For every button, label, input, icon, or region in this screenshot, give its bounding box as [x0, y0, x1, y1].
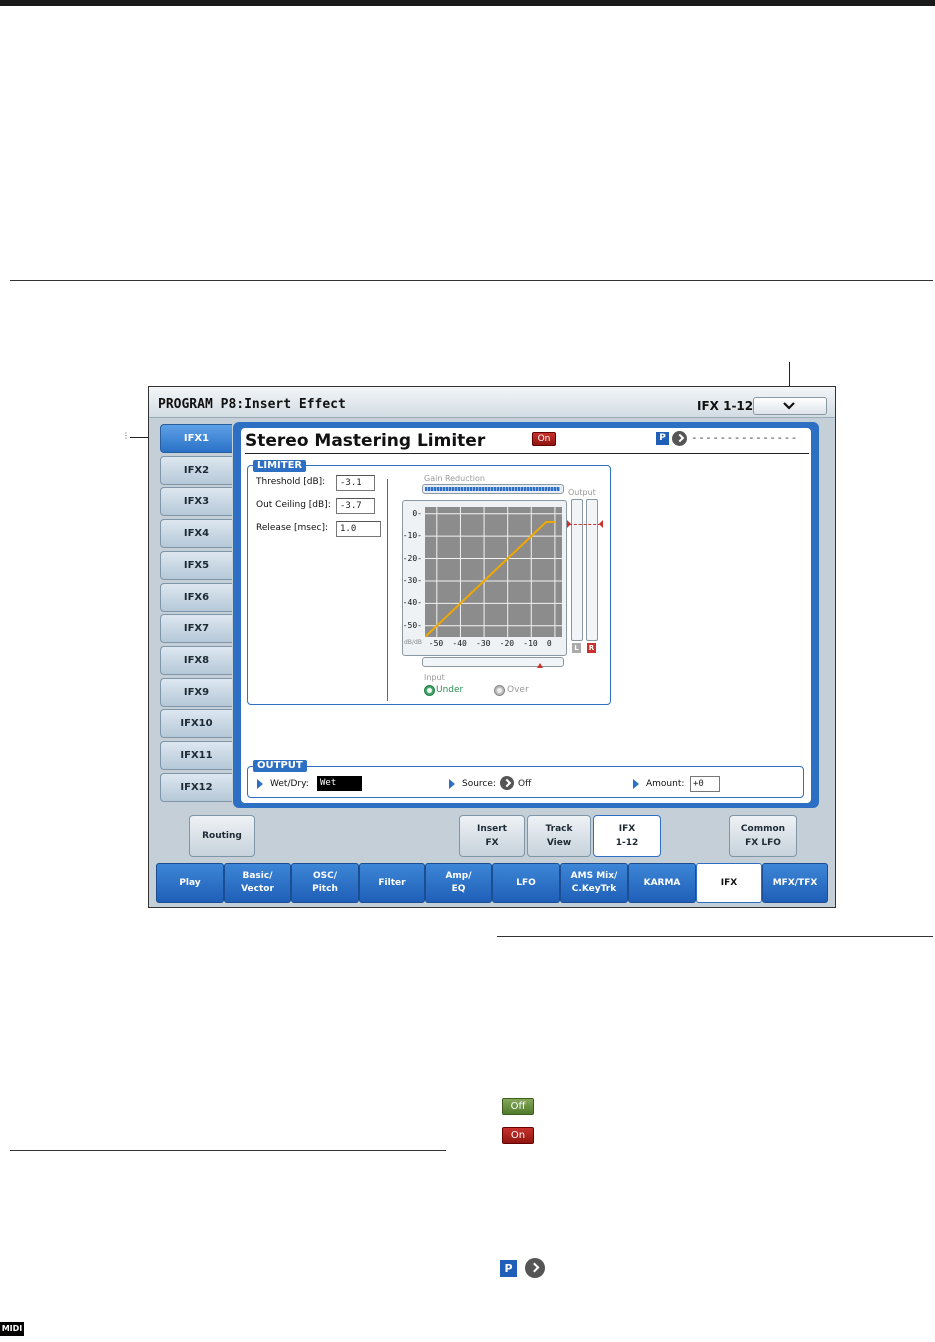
output-meter-l: [571, 499, 583, 641]
tab-amp-eq[interactable]: Amp/ EQ: [425, 863, 492, 903]
graph-x-tick: -10: [523, 639, 538, 648]
tab-insert-fx[interactable]: Insert FX: [459, 815, 525, 857]
param-value-field[interactable]: -3.1: [336, 475, 375, 491]
effect-name[interactable]: Stereo Mastering Limiter: [245, 431, 485, 451]
graph-y-tick: -50-: [402, 620, 422, 630]
title-divider: [245, 453, 809, 454]
param-label: Threshold [dB]:: [256, 477, 326, 487]
tab-mfx-tfx[interactable]: MFX/TFX: [762, 863, 828, 903]
graph-y-tick: -10-: [402, 531, 422, 541]
meter-l-label: L: [572, 643, 581, 653]
tab-play[interactable]: Play: [156, 863, 224, 903]
graph-y-tick: -40-: [402, 598, 422, 608]
page-top-rule: [0, 0, 935, 6]
tab-track-view[interactable]: Track View: [527, 815, 591, 857]
tab-ifx12[interactable]: IFX12: [160, 772, 232, 802]
midi-icon: MIDI: [0, 1322, 24, 1336]
source-select-arrow-icon[interactable]: [500, 776, 514, 790]
tab-lfo[interactable]: LFO: [492, 863, 560, 903]
tab-ifx5[interactable]: IFX5: [160, 550, 232, 580]
p-source[interactable]: ---------------: [691, 431, 798, 444]
tab-ifx[interactable]: IFX: [696, 863, 762, 903]
section-divider-left: [10, 1150, 446, 1151]
amount-value[interactable]: +0: [690, 776, 720, 792]
callout-marker: ⋮: [122, 431, 130, 440]
window-title: PROGRAM P8:Insert Effect: [158, 397, 346, 412]
param-value-field[interactable]: 1.0: [336, 521, 381, 537]
graph-y-tick: 0-: [412, 508, 422, 518]
screen: PROGRAM P8:Insert Effect IFX 1-12 IFX1 IF…: [148, 386, 836, 908]
arrow-button-icon: [525, 1258, 545, 1278]
ceiling-marker: [569, 524, 601, 526]
meter-r-label: R: [587, 643, 596, 653]
tab-basic-vector[interactable]: Basic/ Vector: [224, 863, 291, 903]
p-icon-sample: P: [500, 1260, 517, 1277]
graph-y-tick: -20-: [402, 553, 422, 563]
amount-label: Amount:: [646, 779, 685, 789]
limiter-divider: [387, 479, 388, 701]
tab-routing[interactable]: Routing: [189, 815, 255, 857]
gain-reduction-meter: [422, 484, 564, 494]
amount-arrow-icon: [633, 779, 639, 789]
tab-ifx-1-12[interactable]: IFX 1-12: [593, 815, 661, 857]
source-label: Source:: [462, 779, 496, 789]
limiter-label: LIMITER: [253, 460, 307, 472]
tab-ifx6[interactable]: IFX6: [160, 582, 232, 612]
graph-x-tick: -50: [428, 639, 444, 648]
ceiling-marker-left-icon: [567, 520, 571, 528]
effect-on-button[interactable]: On: [532, 432, 556, 446]
wetdry-arrow-icon: [257, 779, 263, 789]
tab-osc-pitch[interactable]: OSC/ Pitch: [291, 863, 359, 903]
tab-common-fx-lfo[interactable]: Common FX LFO: [729, 815, 797, 857]
radio-over-label[interactable]: Over: [507, 685, 529, 695]
param-label: Release [msec]:: [256, 523, 329, 533]
graph-x-tick: 0: [546, 639, 552, 648]
db-axis-label: dB/dB: [404, 639, 422, 646]
p-icon: P: [656, 432, 669, 445]
param-value-field[interactable]: -3.7: [336, 498, 375, 514]
input-label: Input: [424, 673, 445, 682]
graph-x-tick: -40: [452, 639, 467, 648]
threshold-marker-icon: [537, 663, 543, 668]
tab-ifx3[interactable]: IFX3: [160, 487, 232, 517]
page-menu-button[interactable]: [753, 397, 827, 415]
output-meter-r: [586, 499, 598, 641]
tab-ifx1[interactable]: IFX1: [160, 424, 232, 453]
ceiling-marker-right-icon: [599, 520, 603, 528]
on-button-icon: On: [502, 1127, 534, 1144]
radio-under-label[interactable]: Under: [436, 685, 463, 695]
source-value[interactable]: Off: [518, 779, 531, 789]
tab-ifx8[interactable]: IFX8: [160, 645, 232, 675]
tab-ifx4[interactable]: IFX4: [160, 519, 232, 549]
tab-ams-mix-c-keytrk[interactable]: AMS Mix/ C.KeyTrk: [560, 863, 628, 903]
chevron-down-icon: [783, 402, 795, 410]
wetdry-label: Wet/Dry:: [270, 779, 309, 789]
source-arrow-icon: [449, 779, 455, 789]
tab-ifx9[interactable]: IFX9: [160, 677, 232, 707]
tab-karma[interactable]: KARMA: [628, 863, 696, 903]
p-select-arrow-icon[interactable]: [672, 431, 687, 446]
title-bar: PROGRAM P8:Insert Effect IFX 1-12: [149, 387, 835, 418]
graph-x-tick: -30: [476, 639, 491, 648]
graph-y-tick: -30-: [402, 575, 422, 585]
output-meter-label: Output: [568, 488, 596, 497]
tab-ifx2[interactable]: IFX2: [160, 455, 232, 485]
param-label: Out Ceiling [dB]:: [256, 500, 331, 510]
tab-ifx7[interactable]: IFX7: [160, 614, 232, 644]
section-divider-right: [497, 936, 933, 937]
limiter-curve-graph: [425, 507, 562, 637]
radio-under[interactable]: [424, 685, 435, 696]
wetdry-value[interactable]: Wet: [317, 776, 362, 791]
tab-filter[interactable]: Filter: [359, 863, 425, 903]
gain-reduction-label: Gain Reduction: [424, 474, 485, 483]
graph-x-tick: -20: [499, 639, 515, 648]
tab-ifx11[interactable]: IFX11: [160, 741, 232, 770]
tab-ifx10[interactable]: IFX10: [160, 709, 232, 739]
section-divider: [10, 280, 933, 281]
off-button-icon: Off: [502, 1098, 534, 1115]
page-label: IFX 1-12: [697, 399, 754, 413]
radio-over[interactable]: [494, 685, 505, 696]
output-label: OUTPUT: [253, 760, 307, 772]
